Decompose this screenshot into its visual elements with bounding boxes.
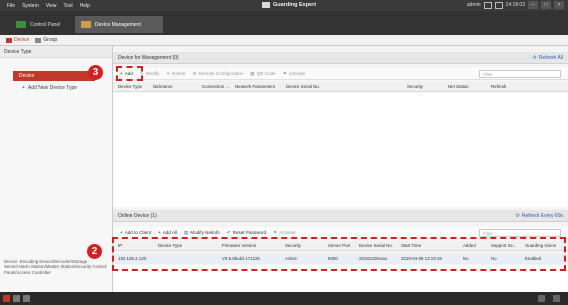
taskbar xyxy=(0,292,568,305)
modify-netinfo-label: Modify Netinfo xyxy=(190,230,220,235)
device-management-icon xyxy=(81,21,91,28)
managed-section-header: Device for Management (0) ⟳ Refresh All xyxy=(113,52,568,64)
refresh-every-label: Refresh Every 60s xyxy=(521,212,563,219)
menu-view[interactable]: View xyxy=(46,3,57,9)
sub-tab-bar: Device Group xyxy=(0,35,568,46)
managed-title: Device for Management (0) xyxy=(118,55,179,61)
maximize-button[interactable]: □ xyxy=(541,1,551,9)
lock-icon[interactable] xyxy=(483,1,492,9)
activate-icon: ⚑ xyxy=(273,229,278,235)
add-all-icon: + xyxy=(158,230,161,235)
netinfo-icon: ▤ xyxy=(184,229,189,235)
reset-password-button[interactable]: ↶ Reset Password xyxy=(227,230,266,236)
app-logo-icon xyxy=(262,2,270,8)
gear-icon: ⚙ xyxy=(192,70,197,76)
add-icon: + xyxy=(120,230,123,235)
qr-code-icon: ▦ xyxy=(250,70,255,76)
managed-toolbar: + Add ✎ Modify ✕ Delete ⚙ Remote Configu… xyxy=(113,68,568,80)
plus-icon: + xyxy=(22,85,25,91)
col-net-status[interactable]: Net Status xyxy=(448,84,469,89)
menu-system[interactable]: System xyxy=(22,3,39,9)
notification-icon[interactable] xyxy=(23,295,30,302)
managed-table-body[interactable] xyxy=(113,93,568,207)
online-title: Online Device (1) xyxy=(118,213,157,219)
add-to-client-button[interactable]: + Add to Client xyxy=(120,230,151,235)
qr-code-label: QR Code xyxy=(256,71,276,76)
refresh-all-label: Refresh All xyxy=(538,54,563,61)
modify-label: Modify xyxy=(145,71,160,76)
online-activate-button[interactable]: ⚑ Activate xyxy=(273,230,295,236)
settings-icon[interactable] xyxy=(494,1,503,9)
tab-control-panel[interactable]: Control Panel xyxy=(10,16,70,33)
col-network-params[interactable]: Network Parameters xyxy=(235,84,275,89)
annotation-badge-3: 3 xyxy=(88,65,103,80)
app-title-text: Guarding Expert xyxy=(273,2,317,8)
activate-icon: ⚑ xyxy=(282,70,287,76)
activate-button[interactable]: ⚑ Activate xyxy=(283,71,305,77)
close-button[interactable]: × xyxy=(554,1,564,9)
managed-filter-input[interactable]: Filter xyxy=(479,70,561,78)
managed-table-header: Device Type Nickname Connection ... Netw… xyxy=(113,82,568,92)
subtab-device-label: Device xyxy=(14,37,30,43)
device-icon xyxy=(6,37,12,43)
user-label[interactable]: admin xyxy=(467,2,481,8)
menu-tool[interactable]: Tool xyxy=(63,3,72,9)
control-panel-icon xyxy=(16,21,26,28)
app-title: Guarding Expert xyxy=(262,2,316,8)
refresh-icon: ⟳ xyxy=(515,212,520,219)
add-to-client-label: Add to Client xyxy=(124,230,151,235)
device-type-item-device[interactable]: Device xyxy=(13,71,95,81)
refresh-all-button[interactable]: ⟳ Refresh All xyxy=(532,54,563,61)
group-icon xyxy=(35,37,42,43)
menu-bar: File System View Tool Help Guarding Expe… xyxy=(0,0,568,11)
add-all-button[interactable]: + Add All xyxy=(158,230,177,235)
add-all-label: Add All xyxy=(162,230,177,235)
annotation-row-highlight xyxy=(112,237,566,271)
online-section-header: Online Device (1) ⟳ Refresh Every 60s xyxy=(113,210,568,222)
menu-help[interactable]: Help xyxy=(80,3,90,9)
delete-icon: ✕ xyxy=(166,70,171,76)
col-nickname[interactable]: Nickname xyxy=(153,84,173,89)
remote-config-button[interactable]: ⚙ Remote Configuration xyxy=(192,71,243,77)
refresh-every-button[interactable]: ⟳ Refresh Every 60s xyxy=(515,212,563,219)
status-icon[interactable] xyxy=(13,295,20,302)
qr-code-button[interactable]: ▦ QR Code xyxy=(250,71,276,77)
annotation-add-highlight xyxy=(116,66,143,81)
activate-label: Activate xyxy=(288,71,306,76)
col-device-type[interactable]: Device Type xyxy=(118,84,142,89)
subtab-group-label: Group xyxy=(43,37,58,43)
online-filter-input[interactable]: Filter xyxy=(479,229,561,237)
refresh-icon: ⟳ xyxy=(532,54,537,61)
device-type-header: Device Type xyxy=(0,46,112,58)
reset-password-label: Reset Password xyxy=(232,230,267,235)
add-device-type-button[interactable]: + Add New Device Type xyxy=(22,85,77,91)
add-device-type-label: Add New Device Type xyxy=(27,85,78,91)
tab-bar: Control Panel Device Management xyxy=(0,11,568,35)
expand-icon[interactable] xyxy=(538,295,545,302)
alarm-icon[interactable] xyxy=(3,295,10,302)
reset-password-icon: ↶ xyxy=(226,229,231,235)
col-security[interactable]: Security xyxy=(407,84,423,89)
tab-control-panel-label: Control Panel xyxy=(30,21,61,28)
modify-netinfo-button[interactable]: ▤ Modify Netinfo xyxy=(184,230,220,236)
col-refresh[interactable]: Refresh xyxy=(491,84,506,89)
online-activate-label: Activate xyxy=(279,230,296,235)
delete-label: Delete xyxy=(172,71,186,76)
col-connection[interactable]: Connection ... xyxy=(202,84,229,89)
menubar-right: admin 14:18:03 – □ × xyxy=(467,1,564,9)
col-serial-no[interactable]: Device Serial No. xyxy=(286,84,320,89)
remote-config-label: Remote Configuration xyxy=(198,71,244,76)
clock-label: 14:18:03 xyxy=(505,2,525,8)
collapse-icon[interactable] xyxy=(553,295,560,302)
tab-device-management[interactable]: Device Management xyxy=(75,16,163,33)
menu-file[interactable]: File xyxy=(7,3,15,9)
subtab-device[interactable]: Device xyxy=(6,37,29,43)
delete-button[interactable]: ✕ Delete xyxy=(166,71,185,77)
minimize-button[interactable]: – xyxy=(528,1,538,9)
tab-device-management-label: Device Management xyxy=(95,21,141,28)
subtab-group[interactable]: Group xyxy=(35,37,57,43)
annotation-badge-2: 2 xyxy=(87,244,102,259)
device-type-description: Device: Encoding Device/Decoder/Storage … xyxy=(4,259,107,275)
